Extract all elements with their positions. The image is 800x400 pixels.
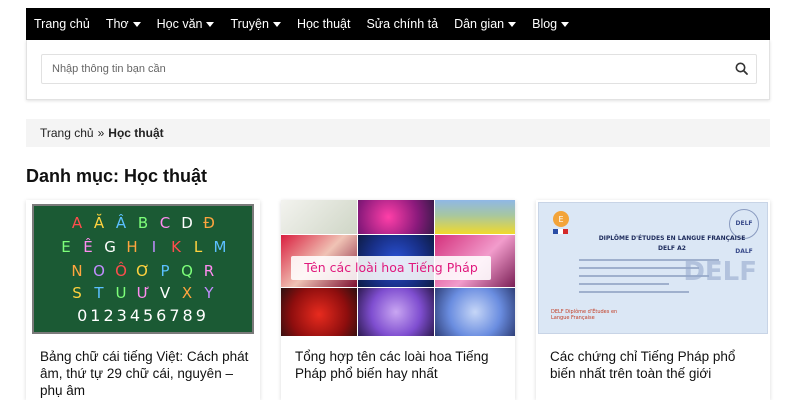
search-input[interactable] xyxy=(42,55,722,83)
diploma-level: DELF A2 xyxy=(658,245,686,252)
alphabet-letter: I xyxy=(151,238,157,256)
post-card-flowers[interactable]: Tên các loài hoa Tiếng Pháp Tổng hợp tên… xyxy=(281,200,515,400)
alphabet-letter: Y xyxy=(204,284,214,302)
alphabet-letter: V xyxy=(159,284,171,302)
alphabet-letter: R xyxy=(203,262,215,280)
main-nav: Trang chủ Thơ Học văn Truyện Học thuật S… xyxy=(26,8,770,40)
alphabet-letter: Ơ xyxy=(136,262,150,280)
post-title[interactable]: Các chứng chỉ Tiếng Pháp phổ biến nhất t… xyxy=(550,348,760,382)
breadcrumb: Trang chủ » Học thuật xyxy=(26,119,770,147)
caret-down-icon xyxy=(508,22,517,27)
nav-item-home[interactable]: Trang chủ xyxy=(34,17,90,31)
search-form xyxy=(41,54,757,84)
nav-label: Thơ xyxy=(105,17,129,31)
alphabet-letter: Đ xyxy=(203,214,215,232)
alphabet-letter: B xyxy=(137,214,149,232)
alphabet-letter: X xyxy=(181,284,193,302)
alphabet-letter: D xyxy=(181,214,193,232)
alphabet-letter: Ô xyxy=(115,262,127,280)
nav-label: Sửa chính tả xyxy=(366,17,439,31)
alphabet-letter: Q xyxy=(181,262,193,280)
alphabet-letter: H xyxy=(126,238,138,256)
alphabet-letter: G xyxy=(104,238,116,256)
flower-tile xyxy=(281,288,357,336)
page-title: Danh mục: Học thuật xyxy=(26,166,208,186)
alphabet-letter: Ă xyxy=(93,214,105,232)
alphabet-letter: Ư xyxy=(136,284,150,302)
breadcrumb-separator: » xyxy=(97,126,105,140)
flower-collage-image: Tên các loài hoa Tiếng Pháp xyxy=(281,200,515,336)
digits-row: 0123456789 xyxy=(77,306,209,325)
diploma-heading: DIPLÔME D'ÉTUDES EN LANGUE FRANÇAISE xyxy=(598,235,746,242)
diploma-watermark: DELF xyxy=(683,257,757,287)
image-overlay-label: Tên các loài hoa Tiếng Pháp xyxy=(291,256,491,280)
svg-text:E: E xyxy=(558,215,563,224)
flag-seal-icon: E xyxy=(549,209,573,235)
nav-label: Truyện xyxy=(230,17,269,31)
post-thumbnail[interactable]: E DELF DALF DIPLÔME D'ÉTUDES EN LANGUE F… xyxy=(536,200,770,336)
alphabet-chalkboard-image: AĂÂBCDĐ EÊGHIKLM NOÔƠPQR STUƯVXY 0123456… xyxy=(32,204,254,334)
post-title[interactable]: Bảng chữ cái tiếng Việt: Cách phát âm, t… xyxy=(40,348,250,399)
alphabet-letter: O xyxy=(93,262,105,280)
nav-label: Học văn xyxy=(156,17,203,31)
search-icon[interactable] xyxy=(734,61,750,77)
alphabet-row: NOÔƠPQR xyxy=(34,262,252,280)
breadcrumb-home-link[interactable]: Trang chủ xyxy=(40,126,94,140)
post-thumbnail[interactable]: Tên các loài hoa Tiếng Pháp xyxy=(281,200,515,336)
flower-tile xyxy=(435,200,515,234)
alphabet-letter: N xyxy=(71,262,83,280)
alphabet-row: AĂÂBCDĐ xyxy=(34,214,252,232)
nav-label: Trang chủ xyxy=(34,17,90,31)
nav-item-spelling[interactable]: Sửa chính tả xyxy=(366,17,438,31)
alphabet-letter: Â xyxy=(115,214,127,232)
alphabet-letter: C xyxy=(159,214,171,232)
alphabet-letter: K xyxy=(171,238,181,256)
diploma-stamp: DELF Diplôme d'Études en Langue Français… xyxy=(551,309,618,321)
nav-item-blog[interactable]: Blog xyxy=(532,17,570,31)
caret-down-icon xyxy=(132,22,141,27)
nav-item-academic[interactable]: Học thuật xyxy=(297,17,351,31)
alphabet-letter: P xyxy=(160,262,170,280)
delf-diploma-image: E DELF DALF DIPLÔME D'ÉTUDES EN LANGUE F… xyxy=(538,202,768,334)
caret-down-icon xyxy=(561,22,570,27)
alphabet-row: STUƯVXY xyxy=(34,284,252,302)
alphabet-row: EÊGHIKLM xyxy=(34,238,252,256)
flower-tile xyxy=(358,200,434,234)
post-thumbnail[interactable]: AĂÂBCDĐ EÊGHIKLM NOÔƠPQR STUƯVXY 0123456… xyxy=(26,200,260,336)
nav-item-literature[interactable]: Học văn xyxy=(157,17,215,31)
alphabet-letter: E xyxy=(61,238,71,256)
alphabet-letter: Ê xyxy=(83,238,93,256)
nav-item-folk[interactable]: Dân gian xyxy=(454,17,517,31)
alphabet-letter: A xyxy=(71,214,83,232)
flower-tile xyxy=(435,288,515,336)
flower-tile xyxy=(358,288,434,336)
post-card-certificates[interactable]: E DELF DALF DIPLÔME D'ÉTUDES EN LANGUE F… xyxy=(536,200,770,400)
alphabet-letter: U xyxy=(115,284,127,302)
caret-down-icon xyxy=(272,22,281,27)
nav-label: Dân gian xyxy=(454,17,505,31)
caret-down-icon xyxy=(206,22,215,27)
alphabet-letter: T xyxy=(94,284,104,302)
alphabet-letter: M xyxy=(213,238,227,256)
nav-item-poetry[interactable]: Thơ xyxy=(106,17,141,31)
nav-item-stories[interactable]: Truyện xyxy=(230,17,281,31)
alphabet-letter: L xyxy=(193,238,203,256)
alphabet-letter: S xyxy=(72,284,82,302)
post-title[interactable]: Tổng hợp tên các loài hoa Tiếng Pháp phổ… xyxy=(295,348,505,382)
post-card-alphabet[interactable]: AĂÂBCDĐ EÊGHIKLM NOÔƠPQR STUƯVXY 0123456… xyxy=(26,200,260,400)
flower-tile xyxy=(281,200,357,234)
nav-label: Blog xyxy=(532,17,558,31)
breadcrumb-current: Học thuật xyxy=(108,126,164,140)
search-panel xyxy=(26,40,770,100)
nav-label: Học thuật xyxy=(296,17,351,31)
